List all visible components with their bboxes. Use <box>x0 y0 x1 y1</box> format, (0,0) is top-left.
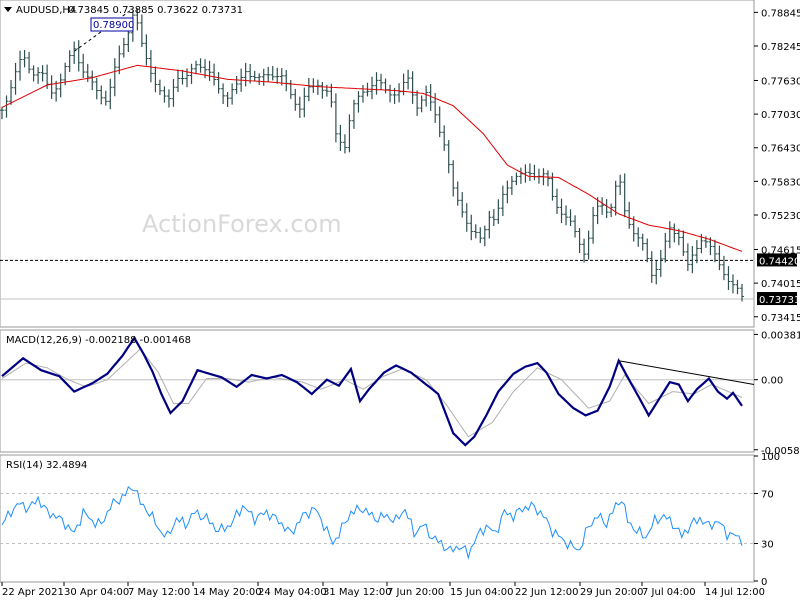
price-bars <box>0 8 744 302</box>
y-tick-label: 0.76430 <box>761 144 800 155</box>
x-tick-label: 7 May 12:00 <box>128 587 190 598</box>
y-tick-label: 0.78845 <box>761 8 800 19</box>
x-tick-label: 7 Jul 04:00 <box>642 587 696 598</box>
x-tick-label: 7 Jun 20:00 <box>387 587 444 598</box>
y-tick-label: 0.77030 <box>761 110 800 121</box>
ohlc-readout: 0.73845 0.73885 0.73622 0.73731 <box>68 5 243 16</box>
rsi-label: RSI(14) 32.4894 <box>6 460 87 471</box>
collapse-arrow-icon[interactable] <box>4 7 12 12</box>
x-tick-label: 29 Jun 20:00 <box>580 587 644 598</box>
y-tick-label: 0.73415 <box>761 313 800 324</box>
y-tick-label: 100 <box>761 452 780 463</box>
x-tick-label: 14 May 20:00 <box>193 587 262 598</box>
y-tick-label: 0.00 <box>761 376 783 387</box>
y-tick-label: 0.75230 <box>761 211 800 222</box>
macd-signal-line <box>1 348 743 438</box>
watermark: ActionForex.com <box>142 210 342 238</box>
high-callout: 0.78900 <box>93 20 134 31</box>
rsi-panel <box>0 454 755 583</box>
macd-label: MACD(12,26,9) -0.002188 -0.001468 <box>6 335 191 346</box>
y-tick-label: 0.77630 <box>761 76 800 87</box>
macd-panel <box>0 329 755 453</box>
y-tick-label: 0.003814 <box>761 330 800 341</box>
y-tick-label: 0.75830 <box>761 177 800 188</box>
x-tick-label: 22 Apr 2021 <box>2 587 64 598</box>
x-tick-label: 30 Apr 04:00 <box>64 587 129 598</box>
macd-resistance-line <box>618 360 755 385</box>
rsi-line <box>1 486 743 560</box>
last-price-label: 0.73731 <box>759 295 800 306</box>
x-tick-label: 14 Jul 12:00 <box>705 587 765 598</box>
macd-axis: 0.0038140.00-0.005895 <box>754 330 800 457</box>
price-axis: 0.78845 0.78245 0.77630 0.77030 0.76430 0.758… <box>754 8 800 324</box>
x-tick-label: 31 May 12:00 <box>323 587 392 598</box>
support-level-label: 0.74420 <box>759 256 800 267</box>
x-tick-label: 15 Jun 04:00 <box>450 587 514 598</box>
y-tick-label: 0.74015 <box>761 279 800 290</box>
y-tick-label: 30 <box>761 540 774 551</box>
x-tick-label: 24 May 04:00 <box>258 587 327 598</box>
y-tick-label: 70 <box>761 490 774 501</box>
chart-canvas: ActionForex.com 0.788450.782450.776300.7… <box>0 0 800 598</box>
rsi-axis: 10070300 <box>754 452 780 588</box>
y-tick-label: 0.78245 <box>761 42 800 53</box>
x-tick-label: 22 Jun 12:00 <box>515 587 579 598</box>
price-panel <box>0 0 755 328</box>
macd-line <box>1 336 743 447</box>
time-axis: 22 Apr 2021 30 Apr 04:007 May 12:00 14 May… <box>1 582 765 598</box>
